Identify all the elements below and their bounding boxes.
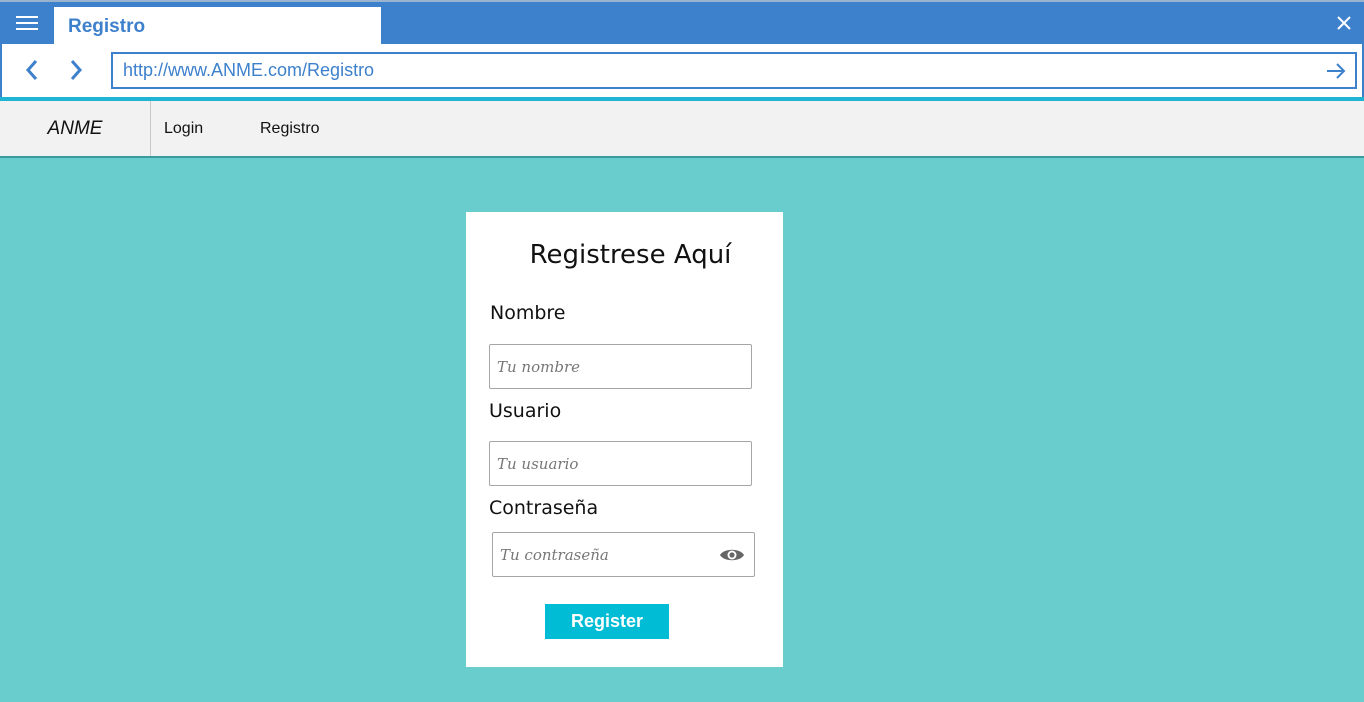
url-field[interactable] [111,52,1357,89]
back-button[interactable] [16,54,48,86]
name-field[interactable] [489,344,752,389]
address-bar [0,44,1364,97]
nav-link-login[interactable]: Login [164,101,203,156]
nav-link-registro[interactable]: Registro [260,101,320,156]
forward-button[interactable] [60,54,92,86]
url-input[interactable] [123,60,1303,81]
browser-titlebar: Registro [0,0,1364,46]
password-input[interactable] [500,545,700,564]
username-input[interactable] [497,454,697,473]
password-label: Contraseña [489,497,599,519]
close-icon [1337,16,1351,30]
tab-title: Registro [68,15,146,37]
eye-icon [720,549,744,561]
username-label: Usuario [489,400,562,422]
arrow-right-icon [1327,63,1346,79]
name-label: Nombre [490,302,566,324]
toggle-password-button[interactable] [718,543,746,567]
brand-logo[interactable]: ANME [0,101,151,156]
close-button[interactable] [1324,2,1364,44]
register-card: Registrese Aquí Nombre Usuario Contraseñ… [466,212,783,667]
site-navbar: ANME Login Registro [0,101,1364,158]
chevron-right-icon [70,60,83,80]
hamburger-icon [16,16,38,30]
chevron-left-icon [25,60,38,80]
go-button[interactable] [1323,58,1349,84]
username-field[interactable] [489,441,752,486]
password-field[interactable] [492,532,755,577]
register-button[interactable]: Register [545,604,669,639]
browser-tab[interactable]: Registro [54,7,381,46]
name-input[interactable] [497,357,697,376]
menu-button[interactable] [0,2,54,44]
form-title: Registrese Aquí [529,240,732,270]
